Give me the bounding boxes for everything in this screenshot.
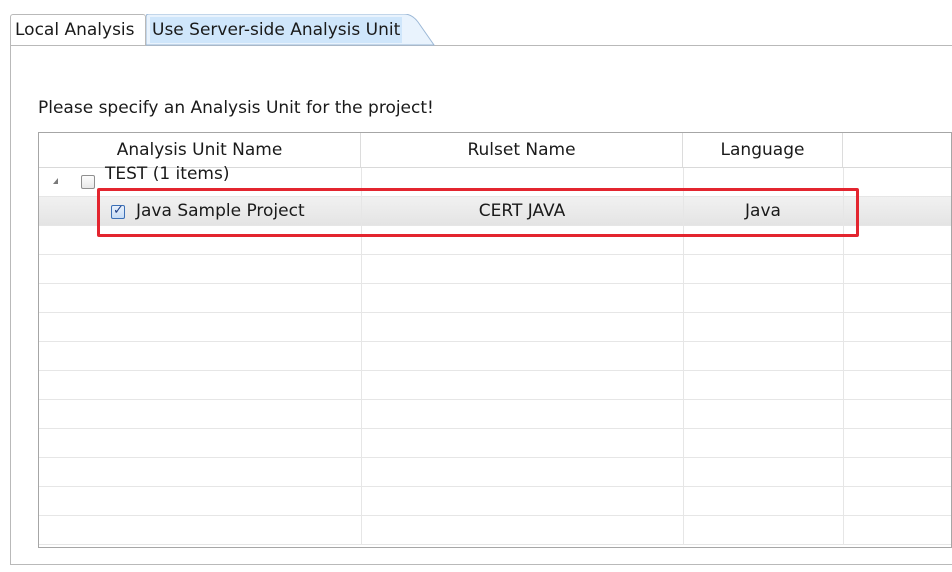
tab-server-side-analysis-unit-label: Use Server-side Analysis Unit bbox=[150, 17, 403, 43]
table-row-empty bbox=[39, 400, 951, 429]
analysis-unit-table[interactable]: Analysis Unit Name Rulset Name Language … bbox=[38, 132, 952, 548]
cell-language: Java bbox=[745, 201, 781, 221]
cell-divider bbox=[683, 168, 844, 197]
table-row-empty bbox=[39, 313, 951, 342]
column-header-filler bbox=[843, 133, 951, 167]
table-row-empty bbox=[39, 255, 951, 284]
table-row-empty bbox=[39, 342, 951, 371]
table-row-empty bbox=[39, 487, 951, 516]
table-row-empty bbox=[39, 284, 951, 313]
tab-local-analysis[interactable]: Local Analysis bbox=[10, 14, 146, 45]
checkmark-icon: ✓ bbox=[113, 203, 124, 218]
table-row-empty bbox=[39, 429, 951, 458]
cell-divider bbox=[361, 168, 684, 197]
tab-bar: Local Analysis Use Server-side Analysis … bbox=[10, 14, 952, 46]
column-header-language[interactable]: Language bbox=[683, 133, 843, 167]
row-checkbox[interactable]: ✓ bbox=[111, 203, 125, 219]
group-label: TEST (1 items) bbox=[105, 164, 230, 184]
table-row-group[interactable]: TEST (1 items) bbox=[39, 164, 951, 197]
cell-ruleset-name: CERT JAVA bbox=[478, 201, 566, 221]
tab-server-side-analysis-unit[interactable]: Use Server-side Analysis Unit bbox=[146, 14, 436, 46]
cell-analysis-unit-name: Java Sample Project bbox=[136, 201, 305, 221]
tab-local-analysis-label: Local Analysis bbox=[15, 20, 135, 40]
instruction-text: Please specify an Analysis Unit for the … bbox=[38, 98, 434, 118]
column-header-ruleset-name[interactable]: Rulset Name bbox=[361, 133, 683, 167]
table-row-empty bbox=[39, 516, 951, 545]
group-checkbox[interactable] bbox=[81, 175, 95, 189]
table-row[interactable]: ✓ Java Sample Project CERT JAVA Java bbox=[39, 197, 951, 226]
table-row-empty bbox=[39, 226, 951, 255]
table-row-empty bbox=[39, 458, 951, 487]
table-row-empty bbox=[39, 371, 951, 400]
tree-expand-icon[interactable] bbox=[53, 178, 58, 184]
